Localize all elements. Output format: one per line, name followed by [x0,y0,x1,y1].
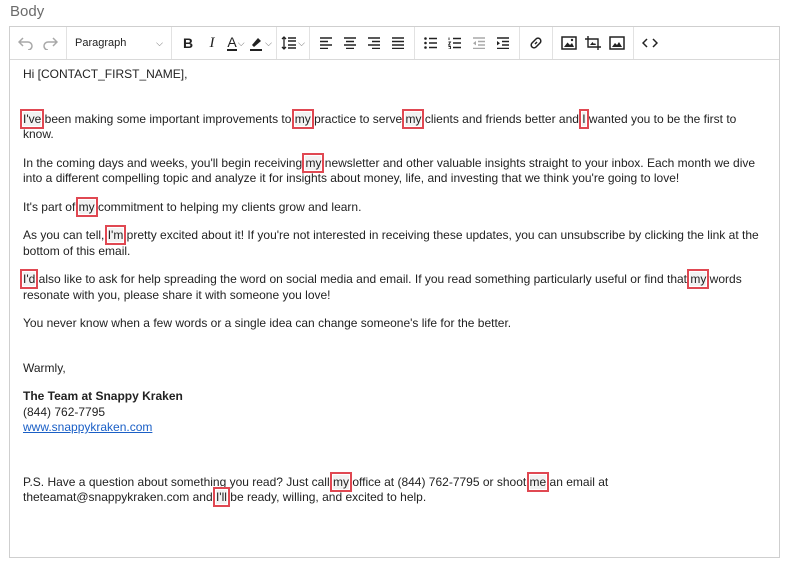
text-color-button[interactable]: A ⌵ [224,31,248,55]
text-run: be ready, willing, and excited to help. [226,490,427,504]
format-group: Paragraph ⌵ [67,27,172,59]
closing: Warmly, [23,360,66,375]
signature-phone: (844) 762-7795 [23,404,106,419]
undo-button[interactable] [14,31,38,55]
outdent-button[interactable] [467,31,491,55]
body-field-label: Body [10,3,45,20]
text-run: clients and friends better and [421,111,583,126]
highlighted-pronoun: I'd [19,269,39,289]
text-run: office at (844) 762-7795 or shoot [348,474,530,489]
text-run: It's part of [23,199,79,214]
paragraph-2: In the coming days and weeks, you'll beg… [23,152,765,187]
edit-image-button[interactable] [581,31,605,55]
text-run: also like to ask for help spreading the … [35,272,691,286]
align-center-button[interactable] [338,31,362,55]
editor-content[interactable]: Hi [CONTACT_FIRST_NAME], I've been makin… [19,67,765,507]
insert-image-button[interactable] [557,31,581,55]
postscript: P.S. Have a question about something you… [23,471,765,507]
text-run: been making some important improvements … [41,111,295,126]
italic-button[interactable]: I [200,31,224,55]
paragraph-4: As you can tell, I'm pretty excited abou… [23,225,765,259]
line-height-button[interactable]: ⌵ [281,31,305,55]
indent-icon [496,37,510,49]
text-run: practice to serve [310,111,406,126]
bullet-list-icon [424,37,438,49]
paragraph-1: I've been making some important improvem… [19,108,765,143]
source-code-button[interactable] [638,31,662,55]
chevron-down-icon: ⌵ [265,37,272,48]
align-left-icon [319,37,333,49]
chevron-down-icon: ⌵ [156,37,163,48]
signature-link-line: www.snappykraken.com [23,420,765,436]
highlighted-pronoun: me [526,471,550,492]
bullet-list-button[interactable] [419,31,443,55]
text-run: pretty excited about it! If you're not i… [23,228,759,258]
text-color-icon: A [227,33,237,51]
highlighted-pronoun: my [302,152,325,173]
paragraph-6: You never know when a few words or a sin… [23,316,512,330]
code-icon [642,37,658,49]
outdent-icon [472,37,486,49]
link-icon [528,35,544,51]
numbered-list-button[interactable] [443,31,467,55]
align-right-icon [367,37,381,49]
align-justify-icon [391,37,405,49]
greeting: Hi [CONTACT_FIRST_NAME], [23,67,188,81]
align-left-button[interactable] [314,31,338,55]
italic-icon: I [209,34,215,51]
highlighted-pronoun: my [75,196,98,217]
text-style-group: B I A ⌵ ⌵ [172,27,277,59]
website-link[interactable]: www.snappykraken.com [23,420,152,434]
text-run: P.S. Have a question about something you… [23,474,333,489]
numbered-list-icon [448,37,462,49]
paragraph-3: It's part of my commitment to helping my… [23,196,765,217]
align-justify-button[interactable] [386,31,410,55]
chevron-down-icon: ⌵ [298,37,305,48]
chevron-down-icon: ⌵ [237,37,245,48]
align-group [310,27,415,59]
image-options-button[interactable] [605,31,629,55]
history-group [10,27,67,59]
indent-button[interactable] [491,31,515,55]
redo-button[interactable] [38,31,62,55]
text-run: In the coming days and weeks, you'll beg… [23,155,306,170]
block-format-select[interactable]: Paragraph ⌵ [71,31,167,55]
highlighted-pronoun: I'll [212,487,230,507]
highlighted-pronoun: my [291,108,314,129]
rich-text-editor: Paragraph ⌵ B I A ⌵ ⌵ ⌵ Hi [CONTACT_FIRS… [9,26,780,558]
text-run: As you can tell, [23,228,108,242]
block-format-value: Paragraph [75,37,127,49]
bold-icon: B [182,35,194,51]
undo-icon [18,36,34,50]
highlighted-pronoun: my [687,269,710,289]
crop-image-icon [585,36,601,50]
highlighted-pronoun: my [402,108,425,129]
insert-link-button[interactable] [524,31,548,55]
highlighted-pronoun: my [329,471,352,492]
align-right-button[interactable] [362,31,386,55]
align-center-icon [343,37,357,49]
signature-name: The Team at Snappy Kraken [23,389,183,403]
bold-button[interactable]: B [176,31,200,55]
editor-toolbar: Paragraph ⌵ B I A ⌵ ⌵ ⌵ [10,27,779,60]
link-group [520,27,553,59]
line-height-group: ⌵ [277,27,310,59]
image-alt-icon [609,36,625,50]
media-group [553,27,634,59]
highlighted-pronoun: I've [19,108,45,129]
image-icon [561,36,577,50]
highlighter-icon [248,35,264,51]
line-height-icon [281,36,297,50]
redo-icon [42,36,58,50]
list-group [415,27,520,59]
paragraph-5: I'd also like to ask for help spreading … [19,269,765,303]
code-group [634,27,666,59]
text-run: commitment to helping my clients grow an… [94,199,362,214]
highlight-color-button[interactable]: ⌵ [248,31,272,55]
highlighted-pronoun: I'm [104,225,127,245]
